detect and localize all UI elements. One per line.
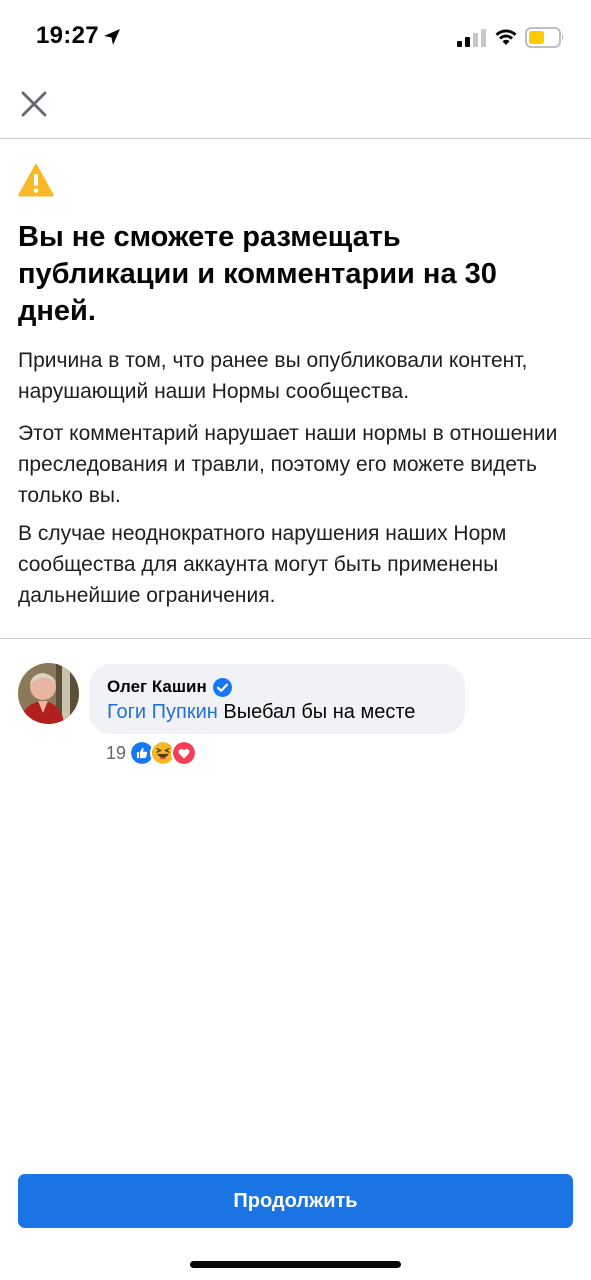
content-divider: [0, 638, 591, 639]
reason-paragraph: Причина в том, что ранее вы опубликовали…: [18, 349, 528, 403]
status-time: 19:27: [36, 22, 99, 49]
headline: Вы не сможете размещать публикации и ком…: [18, 221, 497, 327]
battery-icon: [525, 27, 564, 48]
love-icon: [171, 740, 198, 766]
author-row: Олег Кашин: [107, 677, 232, 697]
close-icon: [21, 91, 47, 117]
wifi-icon: [495, 29, 517, 45]
reaction-count: 19: [106, 742, 127, 763]
avatar-image: [18, 663, 79, 724]
comment-text: Гоги Пупкин Выебал бы на месте: [107, 701, 415, 724]
cellular-signal-icon: [457, 29, 486, 47]
avatar[interactable]: [18, 663, 79, 724]
comment-body: Выебал бы на месте: [217, 701, 416, 723]
mention-link[interactable]: Гоги Пупкин: [107, 701, 218, 723]
comment-bubble: Олег Кашин Гоги Пупкин Выебал бы на мест…: [89, 664, 465, 734]
close-button[interactable]: [14, 84, 54, 124]
verified-badge-icon: [212, 677, 232, 697]
violation-paragraph: Этот комментарий нарушает наши нормы в о…: [18, 422, 558, 507]
status-bar: 19:27: [0, 0, 591, 76]
warning-triangle-icon: [18, 164, 54, 197]
header-divider: [0, 138, 591, 139]
location-arrow-icon: [104, 29, 120, 45]
home-indicator[interactable]: [190, 1261, 401, 1268]
comment-author[interactable]: Олег Кашин: [107, 677, 207, 697]
further-restrictions-paragraph: В случае неоднократного нарушения наших …: [18, 522, 507, 607]
continue-button[interactable]: Продолжить: [18, 1174, 573, 1228]
screen: 19:27 Вы не сможете размещать публикации…: [0, 0, 591, 1280]
reactions-row[interactable]: 19: [106, 738, 198, 768]
